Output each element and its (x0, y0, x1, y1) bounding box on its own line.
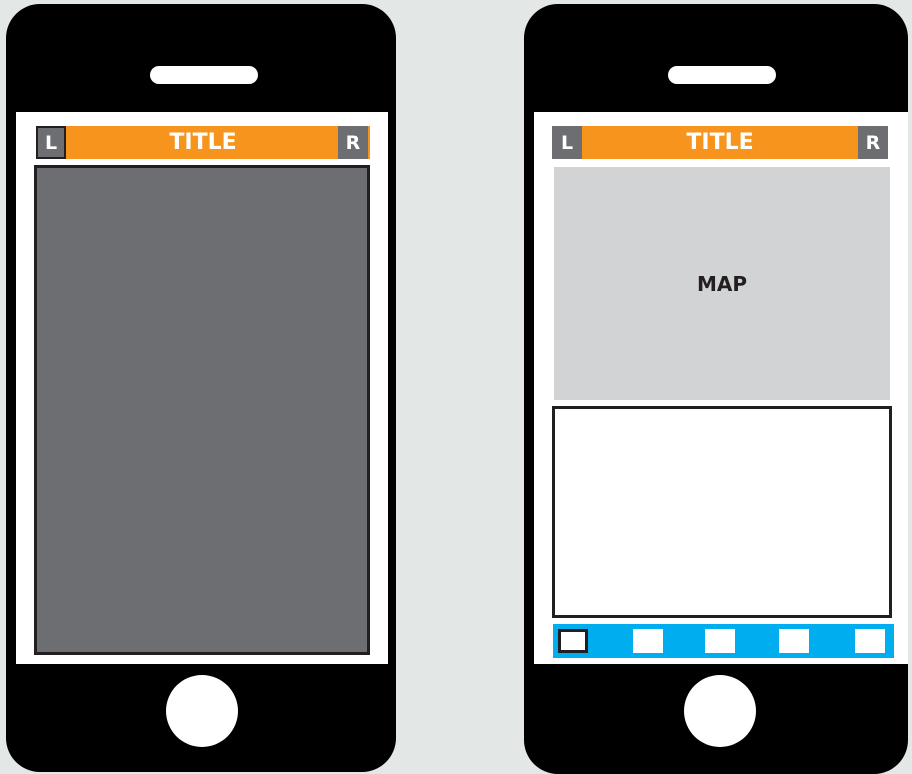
tab-1[interactable] (558, 629, 588, 653)
title-text: TITLE (169, 130, 237, 155)
title-bar: TITLE (552, 126, 888, 159)
right-nav-label: R (865, 131, 881, 154)
tab-5[interactable] (855, 629, 885, 653)
left-nav-label: L (44, 131, 58, 154)
left-nav-button[interactable]: L (36, 126, 66, 159)
list-panel[interactable] (552, 406, 892, 618)
title-text: TITLE (686, 130, 754, 155)
map-label: MAP (696, 271, 748, 296)
content-area (34, 165, 370, 655)
phone-left: TITLE L R (6, 4, 396, 772)
map-area[interactable]: MAP (554, 167, 890, 400)
speaker-slot (668, 66, 776, 84)
phone-left-screen: TITLE L R (16, 112, 388, 664)
title-bar: TITLE (36, 126, 370, 159)
left-nav-label: L (560, 131, 574, 154)
phone-right-screen: TITLE L R MAP (534, 112, 908, 664)
right-nav-label: R (345, 131, 361, 154)
left-nav-button[interactable]: L (552, 126, 582, 159)
phone-right: TITLE L R MAP (524, 4, 908, 774)
tab-4[interactable] (779, 629, 809, 653)
right-nav-button[interactable]: R (858, 126, 888, 159)
tab-3[interactable] (705, 629, 735, 653)
speaker-slot (150, 66, 258, 84)
right-nav-button[interactable]: R (338, 126, 368, 159)
home-button[interactable] (684, 675, 756, 747)
home-button[interactable] (166, 675, 238, 747)
tab-2[interactable] (633, 629, 663, 653)
tab-bar (553, 624, 894, 658)
